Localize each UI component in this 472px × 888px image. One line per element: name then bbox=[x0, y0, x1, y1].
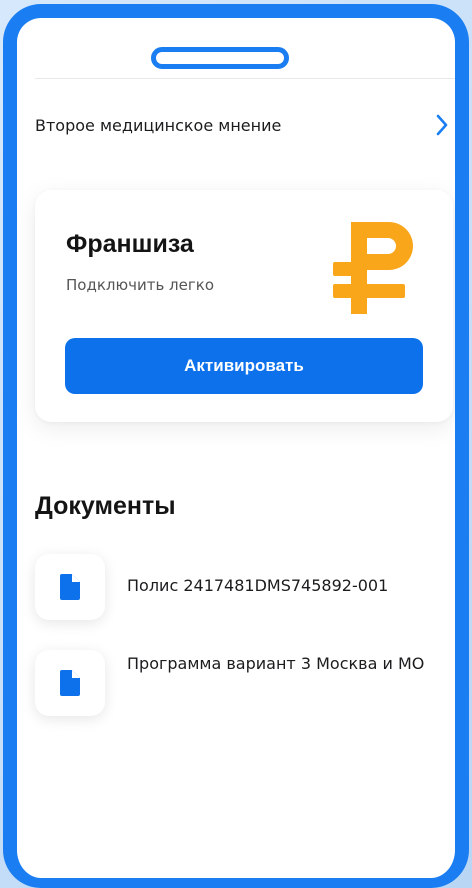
document-item-policy[interactable]: Полис 2417481DMS745892-001 bbox=[35, 554, 435, 620]
top-divider bbox=[35, 78, 455, 79]
franchise-card: Франшиза Подключить легко Активировать bbox=[35, 190, 453, 422]
second-opinion-row[interactable]: Второе медицинское мнение bbox=[35, 110, 449, 140]
document-icon-box bbox=[35, 554, 105, 620]
activate-button[interactable]: Активировать bbox=[65, 338, 423, 394]
document-label: Программа вариант 3 Москва и МО bbox=[127, 654, 425, 673]
document-icon-box bbox=[35, 650, 105, 716]
documents-title: Документы bbox=[35, 492, 176, 520]
phone-notch bbox=[151, 47, 289, 69]
ruble-icon bbox=[333, 222, 413, 314]
document-icon bbox=[60, 670, 80, 696]
chevron-right-icon bbox=[436, 114, 448, 136]
second-opinion-label: Второе медицинское мнение bbox=[35, 115, 282, 135]
franchise-title: Франшиза bbox=[66, 230, 194, 258]
document-item-program[interactable]: Программа вариант 3 Москва и МО bbox=[35, 650, 435, 716]
document-label: Полис 2417481DMS745892-001 bbox=[127, 576, 389, 595]
document-icon bbox=[60, 574, 80, 600]
franchise-subtitle: Подключить легко bbox=[66, 276, 214, 294]
phone-frame: Второе медицинское мнение Франшиза Подкл… bbox=[3, 4, 469, 888]
